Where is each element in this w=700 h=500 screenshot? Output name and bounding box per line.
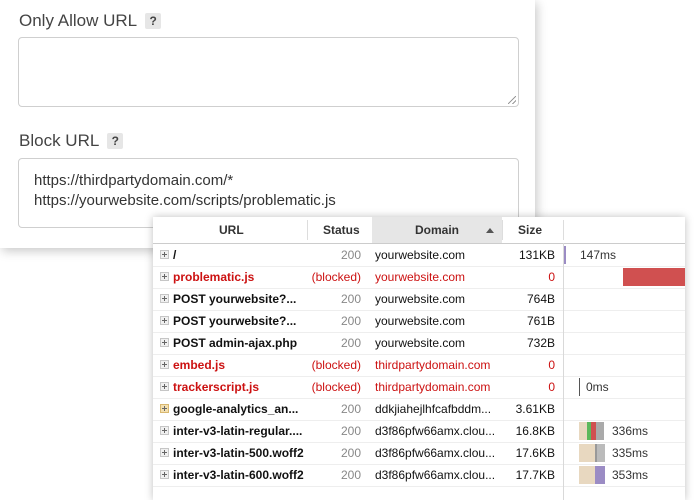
block-url-help-icon[interactable]: ?: [107, 133, 124, 149]
block-url-value: https://thirdpartydomain.com/* https://y…: [34, 172, 336, 209]
waterfall-timing-bar: [596, 422, 604, 440]
request-domain: yourwebsite.com: [375, 292, 466, 306]
request-size: 3.61KB: [515, 402, 555, 416]
expand-row-icon[interactable]: [160, 294, 169, 303]
network-request-row[interactable]: trackerscript.js (blocked) thirdpartydomai…: [153, 376, 685, 399]
only-allow-url-help-icon[interactable]: ?: [145, 13, 162, 29]
network-request-row[interactable]: inter-v3-latin-600.woff2 200 d3f86pfw66amx…: [153, 464, 685, 487]
request-status: 200: [340, 248, 361, 262]
request-size: 0: [548, 270, 555, 284]
request-size: 732B: [526, 336, 555, 350]
request-domain: yourwebsite.com: [375, 248, 466, 262]
request-domain: d3f86pfw66amx.clou...: [375, 468, 496, 482]
expand-row-icon[interactable]: [160, 338, 169, 347]
request-url: google-analytics_an...: [173, 402, 299, 416]
sort-ascending-icon: [486, 228, 494, 233]
request-size: 761B: [526, 314, 555, 328]
expand-row-icon[interactable]: [160, 426, 169, 435]
request-domain: yourwebsite.com: [375, 314, 466, 328]
request-size: 131KB: [518, 248, 555, 262]
request-domain: thirdpartydomain.com: [375, 380, 491, 394]
waterfall-timing-label: 353ms: [612, 468, 649, 482]
network-request-row[interactable]: POST yourwebsite?... 200 yourwebsite.com 76…: [153, 310, 685, 333]
request-url: inter-v3-latin-600.woff2: [173, 468, 304, 482]
waterfall-timing-label: 335ms: [612, 446, 649, 460]
only-allow-url-textarea[interactable]: [18, 37, 519, 107]
request-status: (blocked): [311, 270, 361, 284]
request-status: 200: [340, 336, 361, 350]
expand-row-icon[interactable]: [160, 404, 169, 413]
request-domain: d3f86pfw66amx.clou...: [375, 446, 496, 460]
network-request-row[interactable]: embed.js (blocked) thirdpartydomain.com 0: [153, 354, 685, 377]
expand-row-icon[interactable]: [160, 470, 169, 479]
expand-row-icon[interactable]: [160, 360, 169, 369]
network-request-row[interactable]: / 200 yourwebsite.com 131KB 147ms: [153, 244, 685, 267]
request-status: 200: [340, 292, 361, 306]
waterfall-timing-bar: [595, 466, 605, 484]
waterfall-timing-label: 147ms: [580, 248, 617, 262]
waterfall-timing-bar: [623, 268, 685, 286]
column-header-size[interactable]: Size: [518, 217, 558, 243]
request-size: 17.7KB: [515, 468, 555, 482]
request-status: 200: [340, 424, 361, 438]
network-request-row[interactable]: inter-v3-latin-regular.... 200 d3f86pfw66a…: [153, 420, 685, 443]
waterfall-divider: [563, 243, 564, 500]
network-request-row[interactable]: POST yourwebsite?... 200 yourwebsite.com 76…: [153, 288, 685, 311]
only-allow-url-label-text: Only Allow URL: [19, 11, 138, 30]
resize-handle-icon[interactable]: [508, 96, 516, 104]
expand-row-icon[interactable]: [160, 316, 169, 325]
column-header-domain[interactable]: Domain: [372, 217, 502, 243]
request-domain: ddkjiahejlhfcafbddm...: [375, 402, 492, 416]
network-request-row[interactable]: problematic.js (blocked) yourwebsite.com 0: [153, 266, 685, 289]
request-url: POST admin-ajax.php: [173, 336, 298, 350]
request-status: 200: [340, 402, 361, 416]
request-size: 0: [548, 358, 555, 372]
request-url: POST yourwebsite?...: [173, 314, 297, 328]
request-url: inter-v3-latin-regular....: [173, 424, 303, 438]
waterfall-timing-label: 336ms: [612, 424, 649, 438]
column-header-url[interactable]: URL: [219, 217, 259, 243]
column-header-domain-label: Domain: [415, 223, 460, 237]
request-status: 200: [340, 446, 361, 460]
expand-row-icon[interactable]: [160, 448, 169, 457]
network-request-row[interactable]: inter-v3-latin-500.woff2 200 d3f86pfw66amx…: [153, 442, 685, 465]
request-url: embed.js: [173, 358, 226, 372]
request-size: 17.6KB: [515, 446, 555, 460]
only-allow-url-label: Only Allow URL ?: [19, 11, 162, 31]
expand-row-icon[interactable]: [160, 382, 169, 391]
request-url: inter-v3-latin-500.woff2: [173, 446, 304, 460]
expand-row-icon[interactable]: [160, 250, 169, 259]
network-request-row[interactable]: google-analytics_an... 200 ddkjiahejlhfcaf…: [153, 398, 685, 421]
request-url: /: [173, 248, 177, 262]
request-domain: yourwebsite.com: [375, 336, 466, 350]
request-domain: d3f86pfw66amx.clou...: [375, 424, 496, 438]
request-url: problematic.js: [173, 270, 255, 284]
url-filter-settings-panel: Only Allow URL ? Block URL ? https://thi…: [0, 0, 535, 248]
request-status: 200: [340, 468, 361, 482]
request-size: 16.8KB: [515, 424, 555, 438]
request-domain: yourwebsite.com: [375, 270, 466, 284]
waterfall-timing-bar: [597, 444, 605, 462]
block-url-label-text: Block URL: [19, 131, 100, 150]
request-status: 200: [340, 314, 361, 328]
expand-row-icon[interactable]: [160, 272, 169, 281]
waterfall-timing-bar: [579, 378, 580, 396]
waterfall-timing-label: 0ms: [586, 380, 609, 394]
request-url: trackerscript.js: [173, 380, 260, 394]
request-status: (blocked): [311, 358, 361, 372]
request-size: 0: [548, 380, 555, 394]
column-header-status[interactable]: Status: [323, 217, 363, 243]
request-url: POST yourwebsite?...: [173, 292, 297, 306]
network-request-row[interactable]: POST admin-ajax.php 200 yourwebsite.com 732…: [153, 332, 685, 355]
network-requests-panel: URL Status Domain Size / 200 yourwebsite.c…: [153, 217, 685, 500]
request-domain: thirdpartydomain.com: [375, 358, 491, 372]
network-table-header: URL Status Domain Size: [153, 217, 685, 244]
request-status: (blocked): [311, 380, 361, 394]
block-url-label: Block URL ?: [19, 131, 124, 151]
request-size: 764B: [526, 292, 555, 306]
